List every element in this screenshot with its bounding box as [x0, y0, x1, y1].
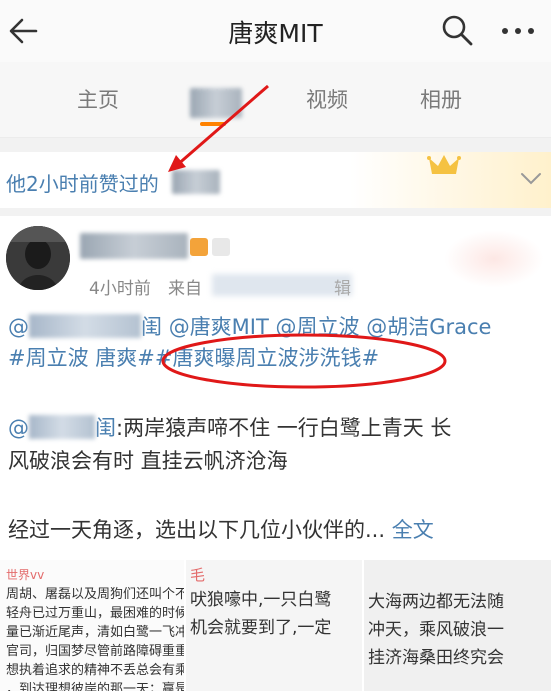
blurred-username: [172, 170, 220, 194]
level-badge: [212, 238, 230, 256]
avatar-image: [6, 226, 70, 290]
mention-link[interactable]: @周立波: [276, 315, 360, 339]
mention-link[interactable]: @唐爽MIT: [169, 315, 269, 339]
quote-text: :两岸猿声啼不住 一行白鹭上青天 长: [116, 416, 452, 440]
avatar[interactable]: [6, 226, 70, 290]
mention-link[interactable]: @ 闺: [8, 314, 162, 339]
post-image[interactable]: 世界vv 周胡、屠磊以及周狗们还叫个不休 轻舟已过万重山，最困难的时候已 量已渐…: [0, 560, 184, 691]
mention-prefix: @: [8, 315, 29, 339]
image-text-line: 想执着追求的精神不丢总会有乘风: [6, 663, 184, 678]
mention-suffix: 闺: [141, 315, 162, 339]
image-text-line: 量已渐近尾声，清如白鹭一飞冲天: [6, 625, 184, 640]
image-text-line: 周胡、屠磊以及周狗们还叫个不休: [6, 587, 184, 602]
post-source-label: 来自: [168, 279, 202, 299]
image-caption-head: 世界vv: [6, 568, 45, 582]
divider: [0, 208, 551, 216]
tab-home[interactable]: 主页: [77, 84, 119, 114]
image-text-line: 机会就要到了,一定: [190, 618, 332, 638]
member-badge: [190, 238, 208, 256]
post-image[interactable]: 毛 吠狼嚎中,一只白鹭 机会就要到了,一定: [186, 560, 362, 691]
blurred-mention: [29, 415, 95, 439]
more-icon[interactable]: [498, 14, 538, 48]
topic-link[interactable]: #唐爽曝周立波涉洗钱#: [155, 346, 379, 370]
post-images: 世界vv 周胡、屠磊以及周狗们还叫个不休 轻舟已过万重山，最困难的时候已 量已渐…: [0, 560, 551, 691]
image-text-line: 大海两边都无法随: [368, 592, 504, 612]
divider: [0, 138, 551, 152]
crown-icon: [427, 155, 461, 174]
image-text-line: 官司，归国梦尽管前路障碍重重，: [6, 644, 184, 659]
post-image[interactable]: 大海两边都无法随 冲天，乘风破浪一 挂济海桑田终究会: [364, 560, 551, 691]
post-text-line: @ 闺 @唐爽MIT @周立波 @胡洁Grace: [8, 312, 491, 342]
blurred-source: [212, 274, 352, 296]
tab-video[interactable]: 视频: [306, 84, 348, 114]
blurred-tab-label: [190, 88, 242, 118]
top-navigation-bar: 唐爽MIT: [0, 0, 551, 62]
blurred-mention: [29, 314, 141, 338]
liked-banner-text: 他2小时前赞过的: [6, 172, 159, 196]
mention-prefix: @: [8, 416, 29, 440]
full-text-link[interactable]: 全文: [392, 518, 434, 542]
image-text-line: 挂济海桑田终究会: [368, 648, 504, 668]
active-tab-indicator: [200, 122, 226, 126]
image-text-line: ，到达理想彼岸的那一天；赢是一: [6, 682, 184, 691]
post-summary: 经过一天角逐，选出以下几位小伙伴的...: [8, 518, 386, 542]
mention-link[interactable]: @ 闺: [8, 415, 116, 440]
search-icon[interactable]: [440, 13, 474, 47]
quote-text: 风破浪会有时 直挂云帆济沧海: [8, 449, 288, 473]
post-time: 4小时前: [89, 279, 151, 299]
chevron-down-icon[interactable]: [520, 172, 542, 186]
profile-tabs: 主页 微博 视频 相册: [0, 62, 551, 138]
tab-album[interactable]: 相册: [420, 84, 462, 114]
image-text-line: 轻舟已过万重山，最困难的时候已: [6, 606, 184, 621]
mention-link[interactable]: @胡洁Grace: [366, 315, 491, 339]
blurred-username[interactable]: [80, 233, 188, 259]
post-quote-line: @ 闺:两岸猿声啼不住 一行白鹭上青天 长: [8, 413, 451, 443]
post-source-suffix: 辑: [334, 279, 351, 299]
image-text-line: 吠狼嚎中,一只白鹭: [190, 590, 332, 610]
post-summary-line: 经过一天角逐，选出以下几位小伙伴的... 全文: [8, 515, 434, 545]
image-text-line: 冲天，乘风破浪一: [368, 620, 504, 640]
image-caption-head: 毛: [190, 566, 206, 584]
image-spacer: [368, 566, 547, 588]
mention-suffix: 闺: [95, 416, 116, 440]
topic-link[interactable]: #周立波 唐爽#: [8, 346, 155, 370]
post-text-line: #周立波 唐爽##唐爽曝周立波涉洗钱#: [8, 343, 379, 373]
blurred-follow-button[interactable]: [444, 230, 544, 288]
